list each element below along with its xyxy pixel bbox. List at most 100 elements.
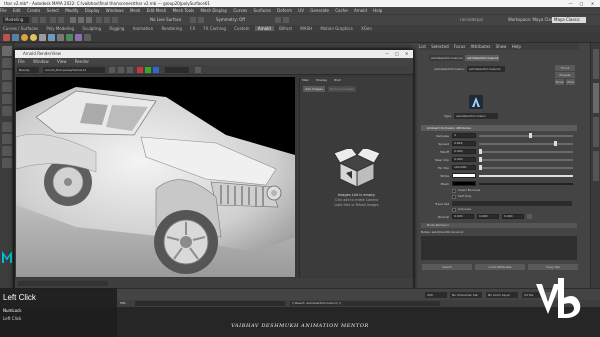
menu-windows[interactable]: Windows xyxy=(106,8,124,13)
menu-deform[interactable]: Deform xyxy=(277,8,292,13)
attr-falloff-field[interactable]: 0.000 xyxy=(452,149,476,154)
photometric-light-icon[interactable] xyxy=(48,34,55,41)
ae-menu-list[interactable]: List xyxy=(419,44,426,49)
trace-set-field[interactable] xyxy=(452,201,572,206)
shelf-tab-mash[interactable]: MASH xyxy=(297,26,315,31)
attr-spread-slider[interactable] xyxy=(479,141,573,146)
rv-menu-file[interactable]: File xyxy=(18,59,25,64)
render-settings-icon[interactable] xyxy=(275,17,281,23)
select-tool-icon[interactable] xyxy=(2,46,12,56)
ae-menu-show[interactable]: Show xyxy=(496,44,507,49)
rv-menu-window[interactable]: Window xyxy=(33,59,49,64)
shelf-tab-xgen[interactable]: XGen xyxy=(358,26,375,31)
live-surface-field[interactable]: No Live Surface xyxy=(150,17,186,23)
black-slider[interactable] xyxy=(479,183,573,185)
select-button[interactable]: Select xyxy=(422,264,472,270)
inclusive-checkbox[interactable] xyxy=(452,208,456,212)
renderview-title-bar[interactable]: Arnold RenderView — □ ✕ xyxy=(15,50,413,58)
attr-spread-field[interactable]: 0.824 xyxy=(452,141,476,146)
shelf-tab-rigging[interactable]: Rigging xyxy=(106,26,127,31)
shelf-tab-poly-modeling[interactable]: Poly Modeling xyxy=(43,26,77,31)
attr-near-clip-knob[interactable] xyxy=(479,157,482,162)
select-component-icon[interactable] xyxy=(86,17,92,23)
camera-dropdown[interactable]: arnold_thar:persp/Camera1 xyxy=(43,67,105,73)
render-refresh-icon[interactable] xyxy=(109,67,115,73)
renderview-maximize-icon[interactable]: □ xyxy=(395,50,399,58)
ipr-render-icon[interactable] xyxy=(198,17,204,23)
type-field[interactable]: aiAmbientOcclusion xyxy=(454,113,498,119)
standin-icon[interactable] xyxy=(66,34,73,41)
white-slider[interactable] xyxy=(479,175,573,177)
undo-icon[interactable] xyxy=(50,17,56,23)
menu-display[interactable]: Display xyxy=(85,8,100,13)
menu-mesh-tools[interactable]: Mesh Tools xyxy=(173,8,195,13)
normal-x-field[interactable]: 0.000 xyxy=(452,214,474,219)
node-name-field[interactable]: aiAmbientOcclusion1 xyxy=(467,66,505,72)
paint-select-icon[interactable] xyxy=(2,70,12,80)
shelf-tab-motion-graphics[interactable]: Motion Graphics xyxy=(317,26,356,31)
rv-menu-view[interactable]: View xyxy=(57,59,67,64)
layout-outliner-icon[interactable] xyxy=(2,158,12,168)
range-end-field[interactable]: 200 xyxy=(425,292,447,298)
show-button[interactable]: Show xyxy=(555,79,564,85)
attr-falloff-slider[interactable] xyxy=(479,149,573,154)
mode-dropdown[interactable]: Modeling xyxy=(3,17,29,23)
tool-settings-tab[interactable] xyxy=(593,151,599,181)
menu-select[interactable]: Select xyxy=(47,8,59,13)
panel-tab-main[interactable]: Main xyxy=(302,78,309,82)
color-channel-red-icon[interactable] xyxy=(137,67,143,73)
minimize-button[interactable]: — xyxy=(566,0,575,7)
attr-samples-slider[interactable] xyxy=(479,133,573,138)
menu-file[interactable]: File xyxy=(0,8,7,13)
volume-icon[interactable] xyxy=(75,34,82,41)
shelf-tab-arnold[interactable]: Arnold xyxy=(254,26,274,31)
shelf-tab-fx[interactable]: FX xyxy=(187,26,198,31)
presets-button[interactable]: Presets xyxy=(555,72,575,78)
close-button[interactable]: ✕ xyxy=(588,0,597,7)
menu-arnold[interactable]: Arnold xyxy=(354,8,367,13)
menu-curves[interactable]: Curves xyxy=(233,8,247,13)
menu-surfaces[interactable]: Surfaces xyxy=(254,8,271,13)
rv-menu-render[interactable]: Render xyxy=(75,59,89,64)
menu-mesh-display[interactable]: Mesh Display xyxy=(201,8,228,13)
color-channel-blue-icon[interactable] xyxy=(153,67,159,73)
character-set-dropdown[interactable]: No Character Set xyxy=(450,292,482,298)
attr-far-clip-knob[interactable] xyxy=(479,165,482,170)
load-attributes-button[interactable]: Load Attributes xyxy=(475,264,525,270)
attribute-editor-tab[interactable] xyxy=(593,83,599,113)
black-color-swatch[interactable] xyxy=(452,181,476,186)
physical-sky-icon[interactable] xyxy=(57,34,64,41)
scale-tool-icon[interactable] xyxy=(2,106,12,116)
export-ass-icon[interactable] xyxy=(84,34,91,41)
shelf-tab-fx-caching[interactable]: FX Caching xyxy=(200,26,228,31)
attr-samples-field[interactable]: 3 xyxy=(452,133,476,138)
hide-button[interactable]: Hide xyxy=(566,79,575,85)
menu-edit-mesh[interactable]: Edit Mesh xyxy=(147,8,167,13)
menu-cache[interactable]: Cache xyxy=(335,8,347,13)
ae-menu-focus[interactable]: Focus xyxy=(454,44,465,49)
skydome-light-icon[interactable] xyxy=(30,34,37,41)
color-channel-green-icon[interactable] xyxy=(145,67,151,73)
focus-button[interactable]: Focus xyxy=(555,65,575,71)
attr-far-clip-slider[interactable] xyxy=(479,165,573,170)
lasso-tool-icon[interactable] xyxy=(2,58,12,68)
shelf-tab-curves-surfaces[interactable]: Curves / Surfaces xyxy=(0,26,41,31)
arnold-render-icon[interactable] xyxy=(3,34,10,41)
channel-box-tab[interactable] xyxy=(593,49,599,79)
symmetry-dropdown[interactable]: Symmetry: Off xyxy=(216,17,250,23)
attr-far-clip-field[interactable]: 100.000 xyxy=(452,165,476,170)
mesh-light-icon[interactable] xyxy=(39,34,46,41)
panel-tab-display[interactable]: Display xyxy=(316,78,327,82)
ae-node-tab-2[interactable]: aiAmbientOcclusion1 xyxy=(465,55,499,61)
ae-menu-help[interactable]: Help xyxy=(512,44,521,49)
area-light-icon[interactable] xyxy=(21,34,28,41)
layout-single-icon[interactable] xyxy=(2,122,12,132)
shelf-tab-rendering[interactable]: Rendering xyxy=(158,26,184,31)
menu-create[interactable]: Create xyxy=(27,8,40,13)
ae-node-tab-1[interactable]: aiAmbientOcclusion1 xyxy=(429,55,463,61)
renderview-minimize-icon[interactable]: — xyxy=(385,50,389,58)
exposure-slider[interactable] xyxy=(165,67,189,73)
select-hierarchy-icon[interactable] xyxy=(70,17,76,23)
snapshot-icon[interactable] xyxy=(195,67,201,73)
snap-curve-icon[interactable] xyxy=(104,17,110,23)
